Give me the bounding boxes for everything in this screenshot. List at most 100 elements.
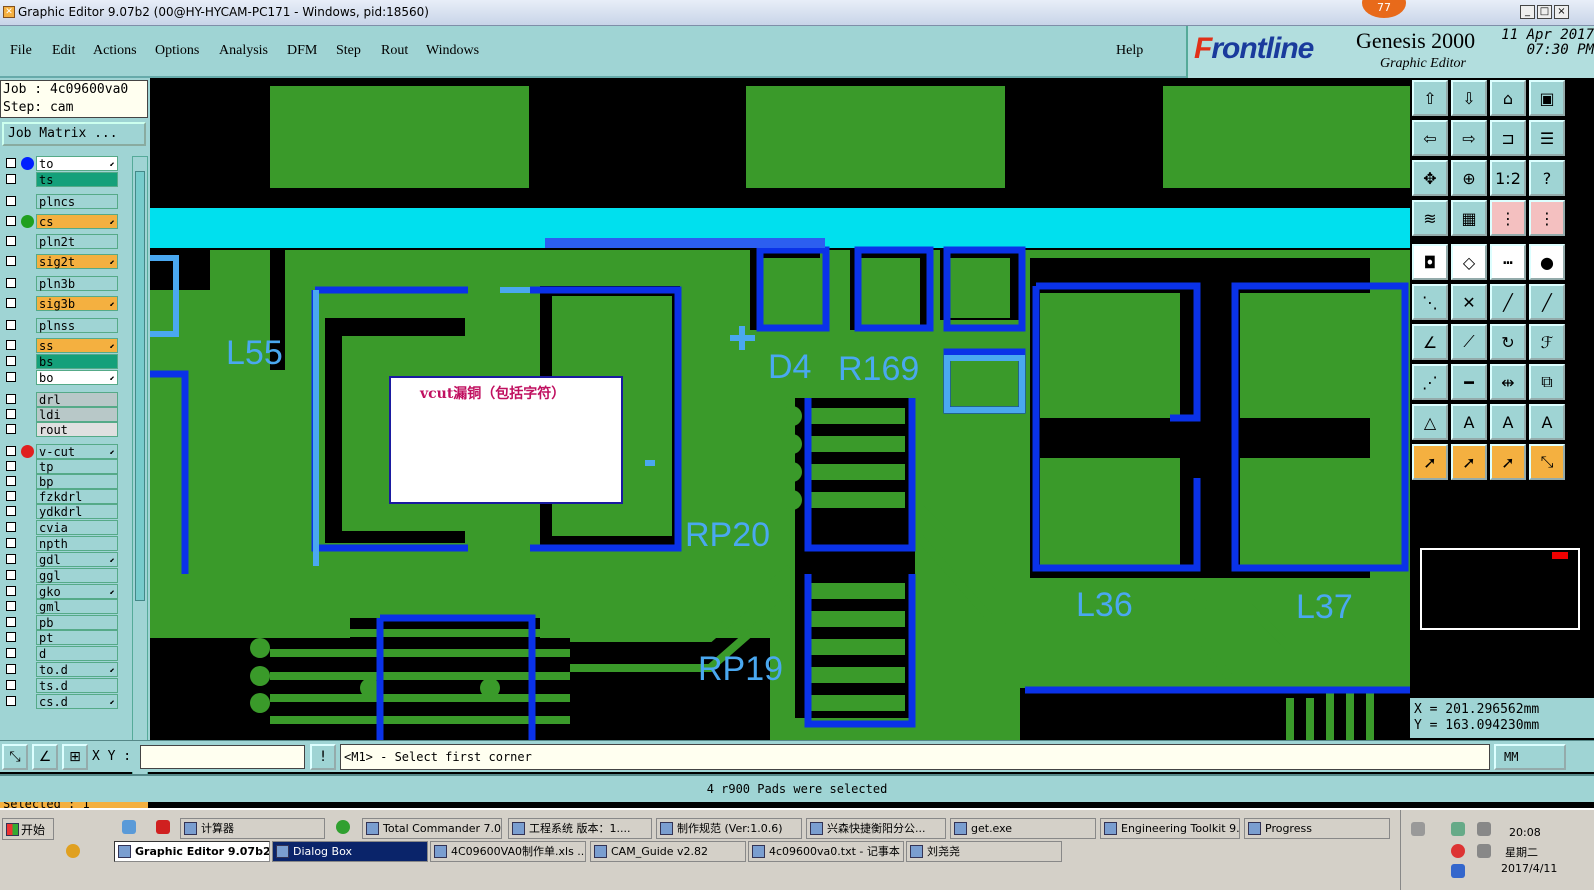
menu-step[interactable]: Step [336,43,361,59]
layer-row-ss[interactable]: ss ⬋ [2,338,120,353]
fit-icon[interactable]: ✥ [1412,160,1448,196]
menu-windows[interactable]: Windows [426,43,479,59]
text-a3-icon[interactable]: A [1490,404,1526,440]
layer-row-pb[interactable]: pb [2,615,120,630]
text-a4-icon[interactable]: A [1529,404,1565,440]
text-a2-icon[interactable]: A [1451,404,1487,440]
menu-help[interactable]: Help [1116,43,1143,59]
layer-name[interactable]: rout [36,422,118,437]
layer-row-plnss[interactable]: plnss [2,318,120,333]
layer-checkbox[interactable] [6,570,16,580]
layer-checkbox[interactable] [6,409,16,419]
layer-checkbox[interactable] [6,664,16,674]
node-icon[interactable]: ⋰ [1412,364,1448,400]
layer-checkbox[interactable] [6,356,16,366]
layer-row-pln2t[interactable]: pln2t [2,234,120,249]
select-pad-icon[interactable]: ◘ [1412,244,1448,280]
pdf-icon[interactable] [156,820,170,834]
layer-row-ts[interactable]: ts [2,172,120,187]
layer-row-plncs[interactable]: plncs [2,194,120,209]
layer-checkbox[interactable] [6,461,16,471]
layer-checkbox[interactable] [6,586,16,596]
overview-map[interactable] [1420,548,1580,630]
taskbar-item[interactable]: 计算器 [180,818,325,839]
layer-name[interactable]: gko ⬋ [36,584,118,599]
signal-icon[interactable] [1477,822,1491,836]
start-button[interactable]: 开始 [2,818,54,840]
layer-checkbox[interactable] [6,680,16,690]
taskbar-item[interactable]: Graphic Editor 9.07b2 ... [114,841,270,862]
ruler-icon[interactable]: ┅ [1490,244,1526,280]
taskbar-item[interactable]: Dialog Box [272,841,428,862]
layer-row-bs[interactable]: bs [2,354,120,369]
zoom-out-icon[interactable]: ⇩ [1451,80,1487,116]
minus-icon[interactable]: ━ [1451,364,1487,400]
layer-checkbox[interactable] [6,298,16,308]
menu-rout[interactable]: Rout [381,43,408,59]
layer-name[interactable]: sig2t ⬋ [36,254,118,269]
layer-row-cs.d[interactable]: cs.d ⬋ [2,694,120,709]
layer-name[interactable]: pt [36,630,118,645]
layer-row-sig3b[interactable]: sig3b ⬋ [2,296,120,311]
volume-icon[interactable] [1477,844,1491,858]
taskbar-item[interactable]: 制作规范 (Ver:1.0.6) [656,818,802,839]
layer-checkbox[interactable] [6,256,16,266]
layer-checkbox[interactable] [6,696,16,706]
menu-edit[interactable]: Edit [52,43,75,59]
scroll-thumb[interactable] [135,171,145,601]
xy-input[interactable] [140,745,305,769]
taskbar-item[interactable]: 4c09600va0.txt - 记事本 [748,841,904,862]
zoom-box-icon[interactable]: ⤡ [2,744,28,770]
network-icon[interactable] [1451,822,1465,836]
layer-name[interactable]: to.d ⬋ [36,662,118,677]
measure-icon[interactable]: ≋ [1412,200,1448,236]
pointer4-icon[interactable]: ⤡ [1529,444,1565,480]
refresh-icon[interactable] [336,820,350,834]
layer-checkbox[interactable] [6,446,16,456]
layer-name[interactable]: fzkdrl [36,489,118,504]
arc-icon[interactable]: ↻ [1490,324,1526,360]
layer-name[interactable]: to ⬋ [36,156,118,171]
center-icon[interactable]: ⊕ [1451,160,1487,196]
pan-right-icon[interactable]: ⇨ [1451,120,1487,156]
layer-row-gko[interactable]: gko ⬋ [2,584,120,599]
clock-time[interactable]: 20:08 [1509,826,1541,839]
units-select[interactable]: MM [1494,744,1566,770]
layer-name[interactable]: ts [36,172,118,187]
layer-row-drl[interactable]: drl [2,392,120,407]
taskbar-item[interactable]: Progress [1244,818,1390,839]
layer-row-to.d[interactable]: to.d ⬋ [2,662,120,677]
grid-icon[interactable]: ▦ [1451,200,1487,236]
layer-checkbox[interactable] [6,196,16,206]
notification-badge[interactable]: 77 [1362,0,1406,18]
layer-name[interactable]: bp [36,474,118,489]
menu-file[interactable]: File [10,43,32,59]
layer-checkbox[interactable] [6,601,16,611]
close-button[interactable]: × [1554,5,1569,19]
layer-row-d[interactable]: d [2,646,120,661]
layer-name[interactable]: plncs [36,194,118,209]
layer-row-bp[interactable]: bp [2,474,120,489]
layer-row-v-cut[interactable]: v-cut ⬋ [2,444,120,459]
snap-icon[interactable]: ⋮ [1490,200,1526,236]
taskbar-item[interactable]: Total Commander 7.0 ... [362,818,502,839]
layer-name[interactable]: ydkdrl [36,504,118,519]
menu-actions[interactable]: Actions [93,43,137,59]
layer-name[interactable]: plnss [36,318,118,333]
polygon-icon[interactable]: ◇ [1451,244,1487,280]
layer-name[interactable]: pln3b [36,276,118,291]
layer-row-cvia[interactable]: cvia [2,520,120,535]
layer-row-bo[interactable]: bo ⬋ [2,370,120,385]
layer-checkbox[interactable] [6,158,16,168]
apps-icon[interactable] [66,844,80,858]
pcb-drawing[interactable]: L55 D4 R169 RP20 RP19 L36 L37 vcut漏铜（包括字… [150,78,1410,740]
layer-name[interactable]: bs [36,354,118,369]
layer-checkbox[interactable] [6,538,16,548]
layer-checkbox[interactable] [6,554,16,564]
text-a-icon[interactable]: △ [1412,404,1448,440]
layer-name[interactable]: npth [36,536,118,551]
layer-name[interactable]: ldi [36,407,118,422]
layer-checkbox[interactable] [6,236,16,246]
line-icon[interactable]: ╱ [1490,284,1526,320]
ff-icon[interactable]: ℱ [1529,324,1565,360]
